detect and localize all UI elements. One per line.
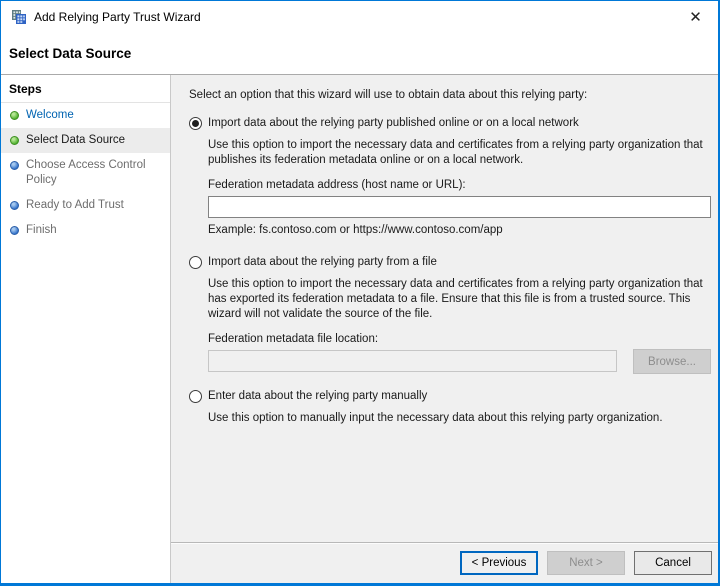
- steps-panel: Steps Welcome Select Data Source Choose …: [1, 75, 171, 583]
- window-title: Add Relying Party Trust Wizard: [34, 10, 201, 24]
- federation-metadata-file-input: [208, 350, 617, 372]
- radio-enter-manually[interactable]: Enter data about the relying party manua…: [189, 389, 711, 404]
- step-todo-bullet-icon: [10, 201, 19, 210]
- step-item-select-data-source: Select Data Source: [1, 128, 170, 153]
- page-title: Select Data Source: [9, 46, 132, 61]
- cancel-button[interactable]: Cancel: [634, 551, 712, 575]
- step-item-finish: Finish: [1, 218, 170, 243]
- option-import-online: Import data about the relying party publ…: [189, 116, 711, 238]
- step-done-bullet-icon: [10, 111, 19, 120]
- metadata-file-location-label: Federation metadata file location:: [208, 333, 379, 345]
- wizard-button-bar: < Previous Next > Cancel: [171, 542, 718, 583]
- step-item-welcome: Welcome: [1, 103, 170, 128]
- option-description: Use this option to import the necessary …: [208, 139, 703, 166]
- step-item-choose-access-control-policy: Choose Access Control Policy: [1, 153, 170, 193]
- browse-button: Browse...: [633, 349, 711, 374]
- radio-unselected-icon[interactable]: [189, 256, 202, 269]
- option-enter-manually: Enter data about the relying party manua…: [189, 389, 711, 426]
- example-text: Example: fs.contoso.com or https://www.c…: [208, 224, 503, 236]
- radio-unselected-icon[interactable]: [189, 390, 202, 403]
- radio-import-online[interactable]: Import data about the relying party publ…: [189, 116, 711, 131]
- option-import-file: Import data about the relying party from…: [189, 255, 711, 374]
- step-done-bullet-icon: [10, 136, 19, 145]
- step-todo-bullet-icon: [10, 226, 19, 235]
- step-item-ready-to-add-trust: Ready to Add Trust: [1, 193, 170, 218]
- next-button: Next >: [547, 551, 625, 575]
- wizard-window: Add Relying Party Trust Wizard ✕ Select …: [0, 0, 720, 586]
- close-icon[interactable]: ✕: [673, 1, 718, 33]
- instruction-text: Select an option that this wizard will u…: [189, 89, 588, 101]
- page-header: Select Data Source: [1, 33, 718, 74]
- steps-heading: Steps: [1, 75, 170, 103]
- radio-import-file[interactable]: Import data about the relying party from…: [189, 255, 711, 270]
- main-panel: Select an option that this wizard will u…: [171, 75, 718, 583]
- radio-selected-icon[interactable]: [189, 117, 202, 130]
- metadata-address-label: Federation metadata address (host name o…: [208, 179, 466, 191]
- title-bar: Add Relying Party Trust Wizard ✕: [1, 1, 718, 33]
- federation-metadata-address-input[interactable]: [208, 196, 711, 218]
- option-description: Use this option to import the necessary …: [208, 278, 703, 320]
- option-description: Use this option to manually input the ne…: [208, 412, 663, 424]
- step-todo-bullet-icon: [10, 161, 19, 170]
- previous-button[interactable]: < Previous: [460, 551, 538, 575]
- wizard-app-icon: [11, 9, 27, 25]
